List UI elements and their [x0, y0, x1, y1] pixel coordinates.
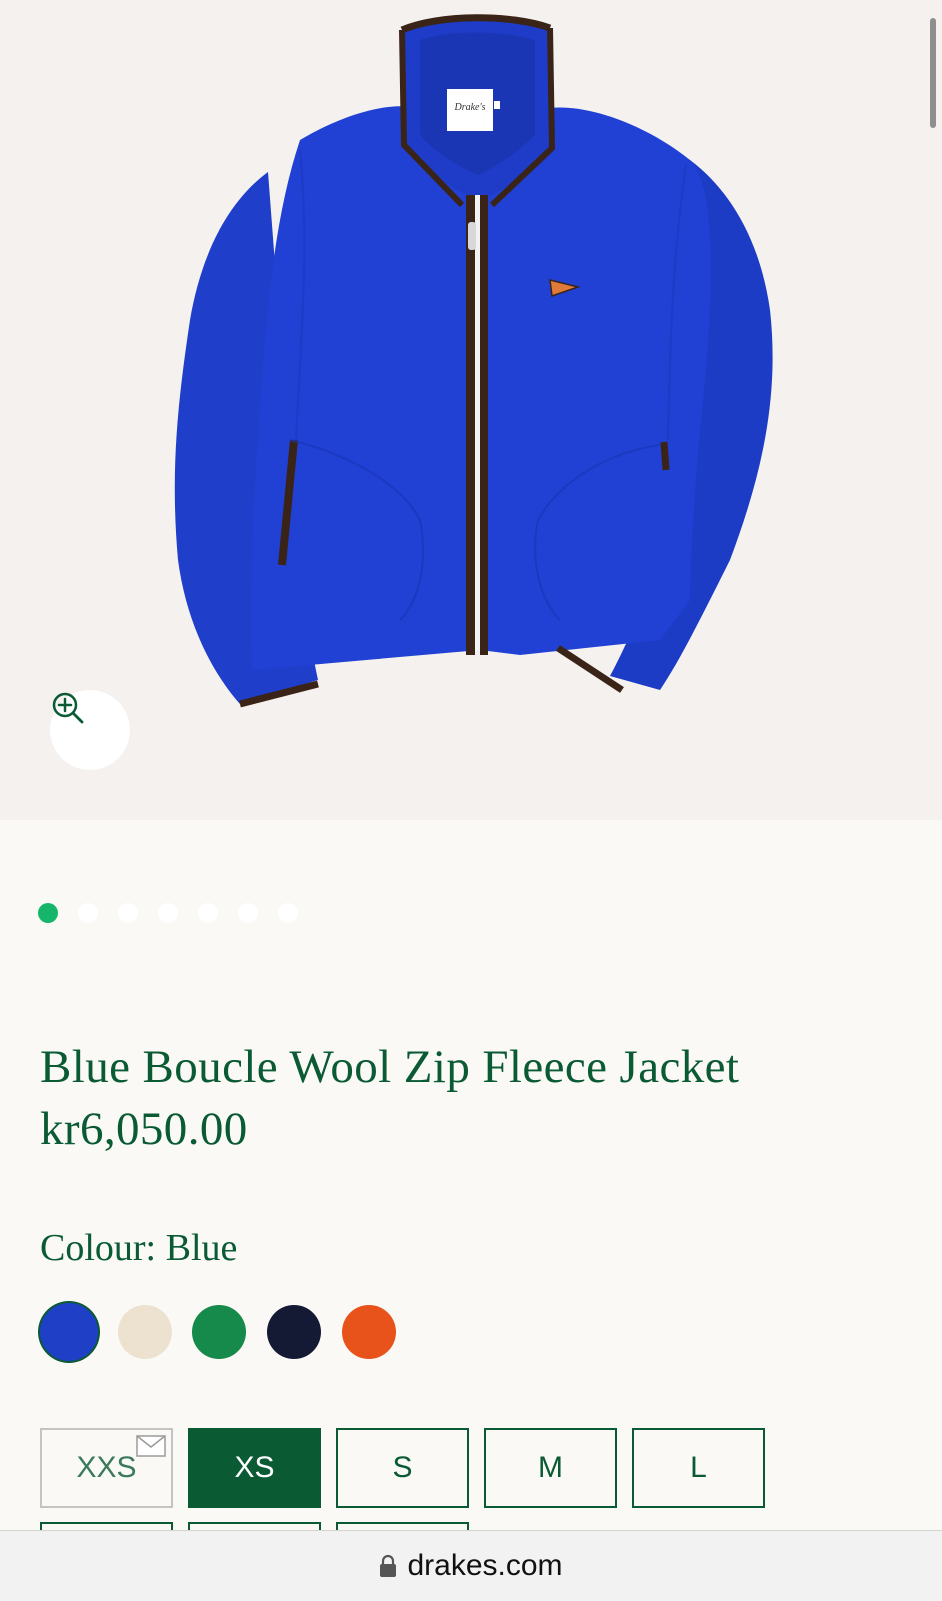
page-scrollbar[interactable] — [930, 18, 936, 128]
gallery-dot[interactable] — [198, 903, 218, 923]
url-text: drakes.com — [407, 1549, 563, 1582]
size-label: M — [538, 1451, 563, 1484]
product-image-gallery[interactable]: Drake's — [0, 0, 942, 820]
gallery-dot[interactable] — [38, 903, 58, 923]
browser-url-bar[interactable]: drakes.com — [0, 1530, 942, 1601]
zoom-in-icon — [52, 692, 84, 724]
swatch-blue[interactable] — [40, 1303, 98, 1361]
product-title: Blue Boucle Wool Zip Fleece Jacket — [40, 1041, 740, 1093]
jacket-product-image: Drake's — [174, 14, 773, 708]
swatch-orange[interactable] — [342, 1305, 396, 1359]
gallery-pagination — [38, 902, 298, 924]
size-label: XS — [234, 1451, 275, 1484]
gallery-dot[interactable] — [158, 903, 178, 923]
envelope-icon — [136, 1435, 166, 1457]
size-label: S — [392, 1451, 413, 1484]
gallery-dot[interactable] — [78, 903, 98, 923]
size-option-l[interactable]: L — [632, 1428, 765, 1508]
colour-label: Colour: Blue — [40, 1227, 238, 1269]
gallery-dot[interactable] — [118, 903, 138, 923]
gallery-dot[interactable] — [238, 903, 258, 923]
size-label: XXS — [76, 1451, 137, 1484]
size-option-m[interactable]: M — [484, 1428, 617, 1508]
size-label: L — [690, 1451, 707, 1484]
svg-text:Drake's: Drake's — [453, 102, 485, 113]
swatch-green[interactable] — [192, 1305, 246, 1359]
size-option-xs[interactable]: XS — [188, 1428, 321, 1508]
lock-icon — [380, 1554, 397, 1577]
swatch-navy[interactable] — [267, 1305, 321, 1359]
size-option-s[interactable]: S — [336, 1428, 469, 1508]
swatch-cream[interactable] — [118, 1305, 172, 1359]
gallery-dot[interactable] — [278, 903, 298, 923]
product-price: kr6,050.00 — [40, 1103, 248, 1155]
size-option-xxs[interactable]: XXS — [40, 1428, 173, 1508]
zoom-button[interactable] — [50, 690, 130, 770]
